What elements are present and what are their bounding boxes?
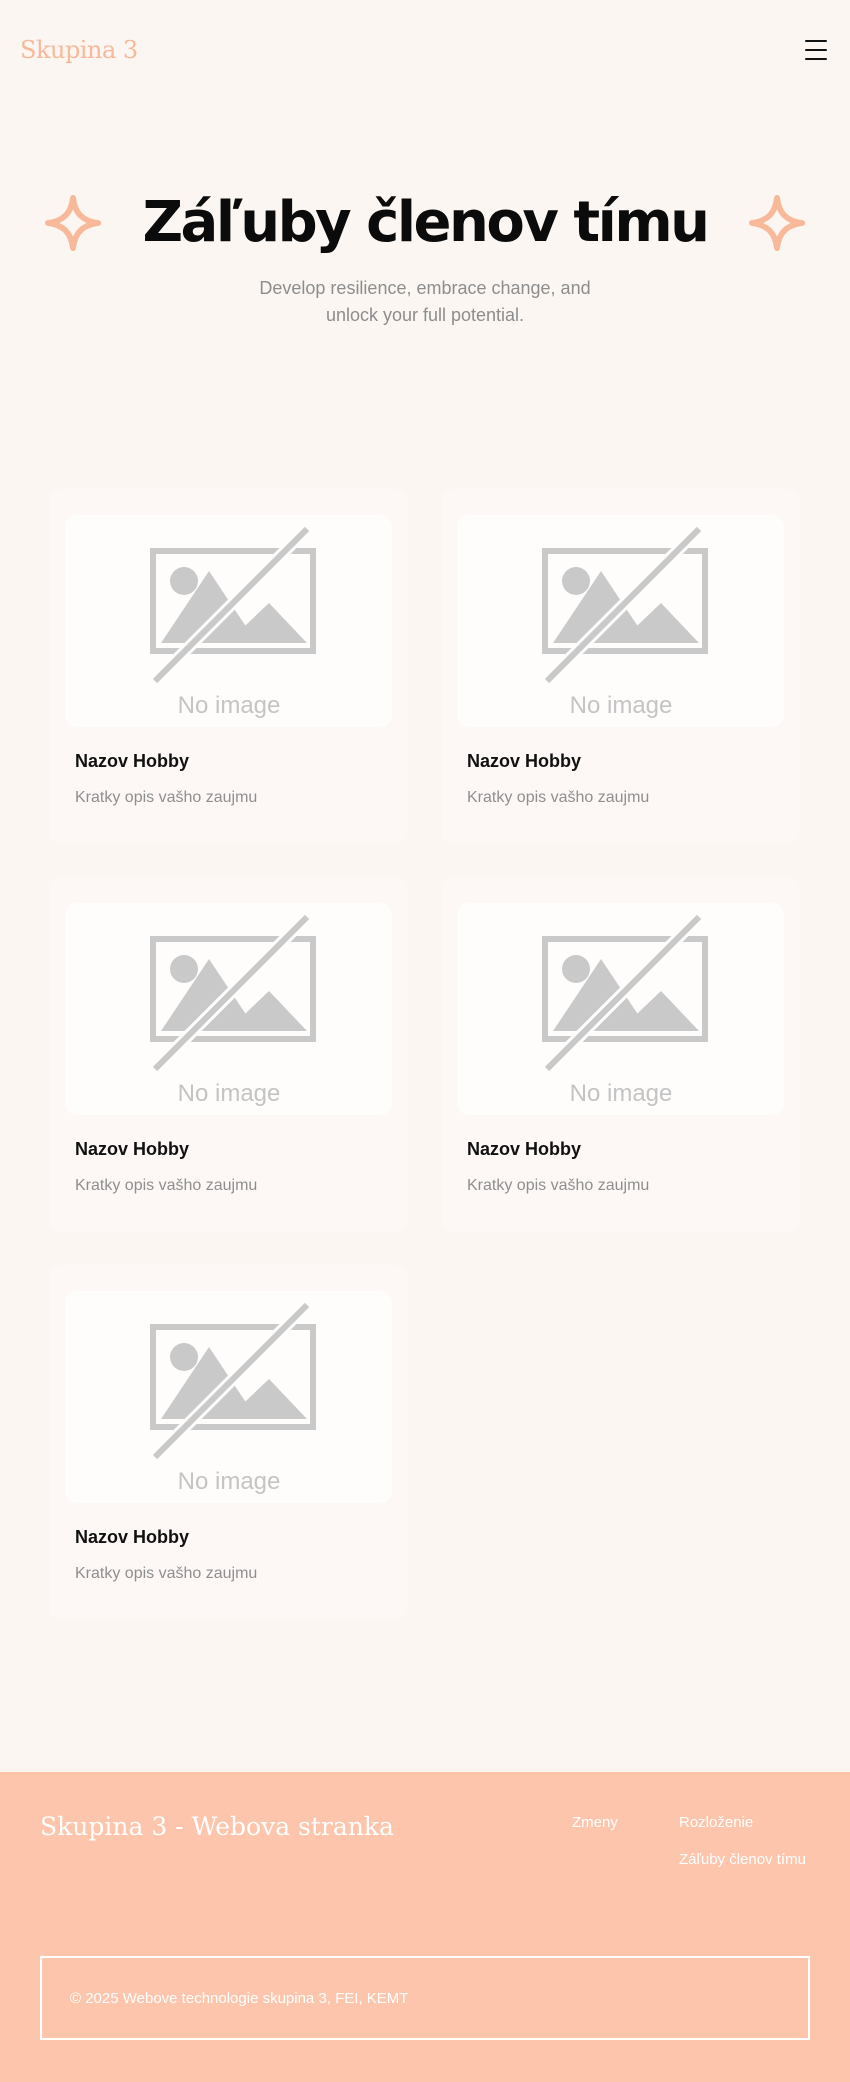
no-image-placeholder-icon: No image	[149, 1300, 316, 1495]
no-image-label: No image	[569, 692, 672, 719]
sparkle-right-icon	[748, 194, 805, 251]
card-image: No image	[65, 515, 392, 727]
hobby-card[interactable]: No image Nazov Hobby Kratky opis vašho z…	[49, 1265, 408, 1620]
no-image-placeholder-icon: No image	[541, 912, 708, 1107]
card-description: Kratky opis vašho zaujmu	[75, 789, 258, 806]
card-title: Nazov Hobby	[467, 1139, 582, 1159]
footer-links-col-1: Zmeny	[572, 1814, 618, 1851]
hobby-card[interactable]: No image Nazov Hobby Kratky opis vašho z…	[441, 489, 800, 844]
footer-link-rozlozenie[interactable]: Rozloženie	[679, 1814, 806, 1831]
footer-link-zaluby[interactable]: Záľuby členov tímu	[679, 1851, 806, 1868]
no-image-label: No image	[177, 1080, 280, 1107]
footer-copyright-box: © 2025 Webove technologie skupina 3, FEI…	[40, 1956, 810, 2040]
card-description: Kratky opis vašho zaujmu	[467, 1177, 650, 1194]
hobby-card[interactable]: No image Nazov Hobby Kratky opis vašho z…	[49, 877, 408, 1232]
no-image-label: No image	[177, 692, 280, 719]
site-logo[interactable]: Skupina 3	[20, 36, 138, 64]
card-image: No image	[65, 1291, 392, 1503]
hero-section: Záľuby členov tímu Develop resilience, e…	[0, 190, 850, 329]
card-title: Nazov Hobby	[75, 751, 190, 771]
copyright-text: © 2025 Webove technologie skupina 3, FEI…	[70, 1989, 409, 2007]
no-image-label: No image	[569, 1080, 672, 1107]
no-image-label: No image	[177, 1468, 280, 1495]
page-title: Záľuby členov tímu	[142, 190, 710, 255]
hobby-card[interactable]: No image Nazov Hobby Kratky opis vašho z…	[441, 877, 800, 1232]
hobby-card[interactable]: No image Nazov Hobby Kratky opis vašho z…	[49, 489, 408, 844]
hero-title-row: Záľuby členov tímu	[0, 190, 850, 255]
card-title: Nazov Hobby	[75, 1139, 190, 1159]
sparkle-left-icon	[45, 194, 102, 251]
no-image-placeholder-icon: No image	[149, 912, 316, 1107]
card-description: Kratky opis vašho zaujmu	[467, 789, 650, 806]
no-image-placeholder-icon: No image	[149, 524, 316, 719]
card-image: No image	[457, 903, 784, 1115]
site-footer: Skupina 3 - Webova stranka Zmeny Rozlože…	[0, 1772, 850, 2082]
card-image: No image	[65, 903, 392, 1115]
hobby-grid: No image Nazov Hobby Kratky opis vašho z…	[49, 489, 801, 1620]
footer-brand: Skupina 3 - Webova stranka	[40, 1812, 394, 1841]
card-description: Kratky opis vašho zaujmu	[75, 1177, 258, 1194]
footer-link-zmeny[interactable]: Zmeny	[572, 1814, 618, 1831]
no-image-placeholder-icon: No image	[541, 524, 708, 719]
card-description: Kratky opis vašho zaujmu	[75, 1565, 258, 1582]
hamburger-menu-icon[interactable]	[802, 38, 830, 62]
card-title: Nazov Hobby	[467, 751, 582, 771]
card-title: Nazov Hobby	[75, 1527, 190, 1547]
card-image: No image	[457, 515, 784, 727]
site-header: Skupina 3	[0, 0, 850, 100]
footer-links-col-2: Rozloženie Záľuby členov tímu	[679, 1814, 806, 1888]
hero-subtitle: Develop resilience, embrace change, and …	[259, 278, 591, 325]
